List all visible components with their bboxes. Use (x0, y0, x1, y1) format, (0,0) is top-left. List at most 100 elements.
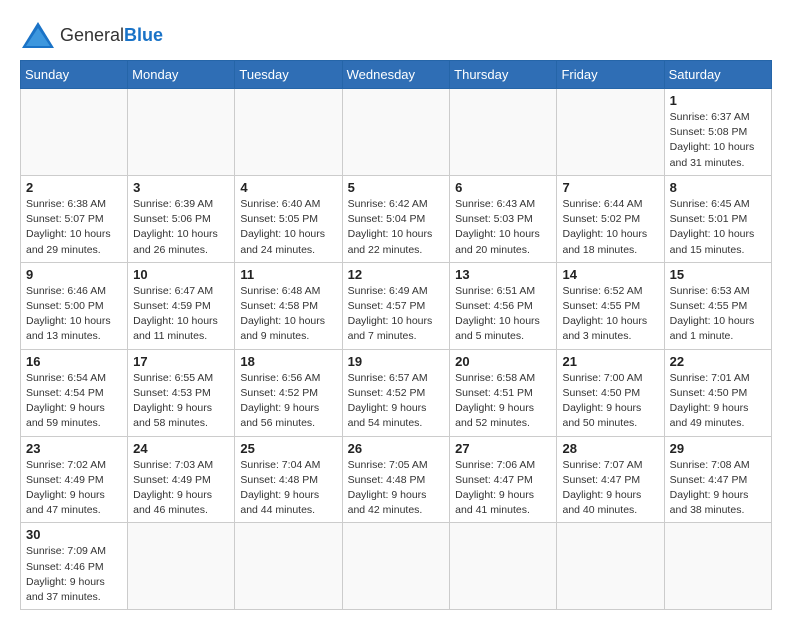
calendar-cell (664, 523, 771, 610)
calendar-cell: 28 Sunrise: 7:07 AM Sunset: 4:47 PM Dayli… (557, 436, 664, 523)
day-number: 28 (562, 441, 658, 456)
calendar-cell: 11Sunrise: 6:48 AM Sunset: 4:58 PM Dayli… (235, 262, 342, 349)
calendar-cell: 22 Sunrise: 7:01 AM Sunset: 4:50 PM Dayli… (664, 349, 771, 436)
day-info: Sunrise: 7:07 AM Sunset: 4:47 PM Dayligh… (562, 458, 658, 519)
day-info: Sunrise: 6:49 AM Sunset: 4:57 PM Dayligh… (348, 284, 445, 345)
day-number: 24 (133, 441, 229, 456)
calendar-header-saturday: Saturday (664, 61, 771, 89)
calendar-header-wednesday: Wednesday (342, 61, 450, 89)
calendar-header-monday: Monday (128, 61, 235, 89)
day-info: Sunrise: 6:37 AM Sunset: 5:08 PM Dayligh… (670, 110, 766, 171)
calendar-cell: 9 Sunrise: 6:46 AM Sunset: 5:00 PM Daylig… (21, 262, 128, 349)
day-number: 11 (240, 267, 336, 282)
day-info: Sunrise: 6:45 AM Sunset: 5:01 PM Dayligh… (670, 197, 766, 258)
calendar-week-6: 30 Sunrise: 7:09 AM Sunset: 4:46 PM Dayli… (21, 523, 772, 610)
calendar-cell: 29Sunrise: 7:08 AM Sunset: 4:47 PM Dayli… (664, 436, 771, 523)
calendar-table: SundayMondayTuesdayWednesdayThursdayFrid… (20, 60, 772, 610)
calendar-cell: 14Sunrise: 6:52 AM Sunset: 4:55 PM Dayli… (557, 262, 664, 349)
day-info: Sunrise: 6:57 AM Sunset: 4:52 PM Dayligh… (348, 371, 445, 432)
calendar-cell: 1 Sunrise: 6:37 AM Sunset: 5:08 PM Daylig… (664, 89, 771, 176)
day-info: Sunrise: 7:00 AM Sunset: 4:50 PM Dayligh… (562, 371, 658, 432)
calendar-cell (128, 523, 235, 610)
day-number: 21 (562, 354, 658, 369)
day-number: 14 (562, 267, 658, 282)
calendar-cell: 18Sunrise: 6:56 AM Sunset: 4:52 PM Dayli… (235, 349, 342, 436)
day-number: 10 (133, 267, 229, 282)
calendar-cell: 20 Sunrise: 6:58 AM Sunset: 4:51 PM Dayli… (450, 349, 557, 436)
day-number: 29 (670, 441, 766, 456)
day-info: Sunrise: 6:46 AM Sunset: 5:00 PM Dayligh… (26, 284, 122, 345)
day-number: 26 (348, 441, 445, 456)
day-number: 3 (133, 180, 229, 195)
calendar-week-5: 23 Sunrise: 7:02 AM Sunset: 4:49 PM Dayli… (21, 436, 772, 523)
calendar-week-2: 2 Sunrise: 6:38 AM Sunset: 5:07 PM Daylig… (21, 175, 772, 262)
day-number: 25 (240, 441, 336, 456)
calendar-cell: 12 Sunrise: 6:49 AM Sunset: 4:57 PM Dayli… (342, 262, 450, 349)
calendar-cell: 7 Sunrise: 6:44 AM Sunset: 5:02 PM Daylig… (557, 175, 664, 262)
calendar-week-3: 9 Sunrise: 6:46 AM Sunset: 5:00 PM Daylig… (21, 262, 772, 349)
calendar-cell: 17 Sunrise: 6:55 AM Sunset: 4:53 PM Dayli… (128, 349, 235, 436)
day-number: 5 (348, 180, 445, 195)
day-info: Sunrise: 7:01 AM Sunset: 4:50 PM Dayligh… (670, 371, 766, 432)
day-number: 20 (455, 354, 551, 369)
calendar-cell: 27Sunrise: 7:06 AM Sunset: 4:47 PM Dayli… (450, 436, 557, 523)
calendar-cell (128, 89, 235, 176)
day-info: Sunrise: 6:58 AM Sunset: 4:51 PM Dayligh… (455, 371, 551, 432)
day-info: Sunrise: 6:44 AM Sunset: 5:02 PM Dayligh… (562, 197, 658, 258)
calendar-cell: 21 Sunrise: 7:00 AM Sunset: 4:50 PM Dayli… (557, 349, 664, 436)
logo-text: GeneralBlue (60, 25, 163, 46)
calendar-cell: 25 Sunrise: 7:04 AM Sunset: 4:48 PM Dayli… (235, 436, 342, 523)
calendar-cell: 30 Sunrise: 7:09 AM Sunset: 4:46 PM Dayli… (21, 523, 128, 610)
day-info: Sunrise: 6:51 AM Sunset: 4:56 PM Dayligh… (455, 284, 551, 345)
day-number: 2 (26, 180, 122, 195)
calendar-header-thursday: Thursday (450, 61, 557, 89)
calendar-cell (450, 89, 557, 176)
calendar-header-friday: Friday (557, 61, 664, 89)
logo-icon (20, 20, 56, 50)
day-number: 16 (26, 354, 122, 369)
calendar-cell: 6Sunrise: 6:43 AM Sunset: 5:03 PM Daylig… (450, 175, 557, 262)
day-info: Sunrise: 6:53 AM Sunset: 4:55 PM Dayligh… (670, 284, 766, 345)
logo: GeneralBlue (20, 20, 163, 50)
calendar-cell: 15Sunrise: 6:53 AM Sunset: 4:55 PM Dayli… (664, 262, 771, 349)
day-info: Sunrise: 6:47 AM Sunset: 4:59 PM Dayligh… (133, 284, 229, 345)
day-number: 1 (670, 93, 766, 108)
day-number: 30 (26, 527, 122, 542)
day-number: 19 (348, 354, 445, 369)
day-number: 12 (348, 267, 445, 282)
calendar-cell (235, 523, 342, 610)
day-number: 8 (670, 180, 766, 195)
calendar-cell (342, 523, 450, 610)
calendar-cell: 5Sunrise: 6:42 AM Sunset: 5:04 PM Daylig… (342, 175, 450, 262)
day-info: Sunrise: 7:04 AM Sunset: 4:48 PM Dayligh… (240, 458, 336, 519)
day-number: 27 (455, 441, 551, 456)
calendar-header-sunday: Sunday (21, 61, 128, 89)
calendar-cell (235, 89, 342, 176)
calendar-cell (557, 89, 664, 176)
day-number: 23 (26, 441, 122, 456)
day-info: Sunrise: 7:09 AM Sunset: 4:46 PM Dayligh… (26, 544, 122, 605)
calendar-cell: 23 Sunrise: 7:02 AM Sunset: 4:49 PM Dayli… (21, 436, 128, 523)
day-info: Sunrise: 6:39 AM Sunset: 5:06 PM Dayligh… (133, 197, 229, 258)
day-info: Sunrise: 6:55 AM Sunset: 4:53 PM Dayligh… (133, 371, 229, 432)
day-info: Sunrise: 6:43 AM Sunset: 5:03 PM Dayligh… (455, 197, 551, 258)
day-number: 18 (240, 354, 336, 369)
calendar-cell: 13Sunrise: 6:51 AM Sunset: 4:56 PM Dayli… (450, 262, 557, 349)
day-number: 7 (562, 180, 658, 195)
day-info: Sunrise: 6:40 AM Sunset: 5:05 PM Dayligh… (240, 197, 336, 258)
day-info: Sunrise: 6:38 AM Sunset: 5:07 PM Dayligh… (26, 197, 122, 258)
day-info: Sunrise: 7:02 AM Sunset: 4:49 PM Dayligh… (26, 458, 122, 519)
calendar-cell: 2 Sunrise: 6:38 AM Sunset: 5:07 PM Daylig… (21, 175, 128, 262)
day-number: 22 (670, 354, 766, 369)
page-header: GeneralBlue (20, 20, 772, 50)
calendar-cell (21, 89, 128, 176)
day-number: 9 (26, 267, 122, 282)
calendar-header-row: SundayMondayTuesdayWednesdayThursdayFrid… (21, 61, 772, 89)
calendar-cell: 19 Sunrise: 6:57 AM Sunset: 4:52 PM Dayli… (342, 349, 450, 436)
calendar-week-1: 1 Sunrise: 6:37 AM Sunset: 5:08 PM Daylig… (21, 89, 772, 176)
calendar-cell: 16Sunrise: 6:54 AM Sunset: 4:54 PM Dayli… (21, 349, 128, 436)
calendar-cell (557, 523, 664, 610)
day-number: 17 (133, 354, 229, 369)
calendar-cell: 4Sunrise: 6:40 AM Sunset: 5:05 PM Daylig… (235, 175, 342, 262)
day-info: Sunrise: 7:03 AM Sunset: 4:49 PM Dayligh… (133, 458, 229, 519)
